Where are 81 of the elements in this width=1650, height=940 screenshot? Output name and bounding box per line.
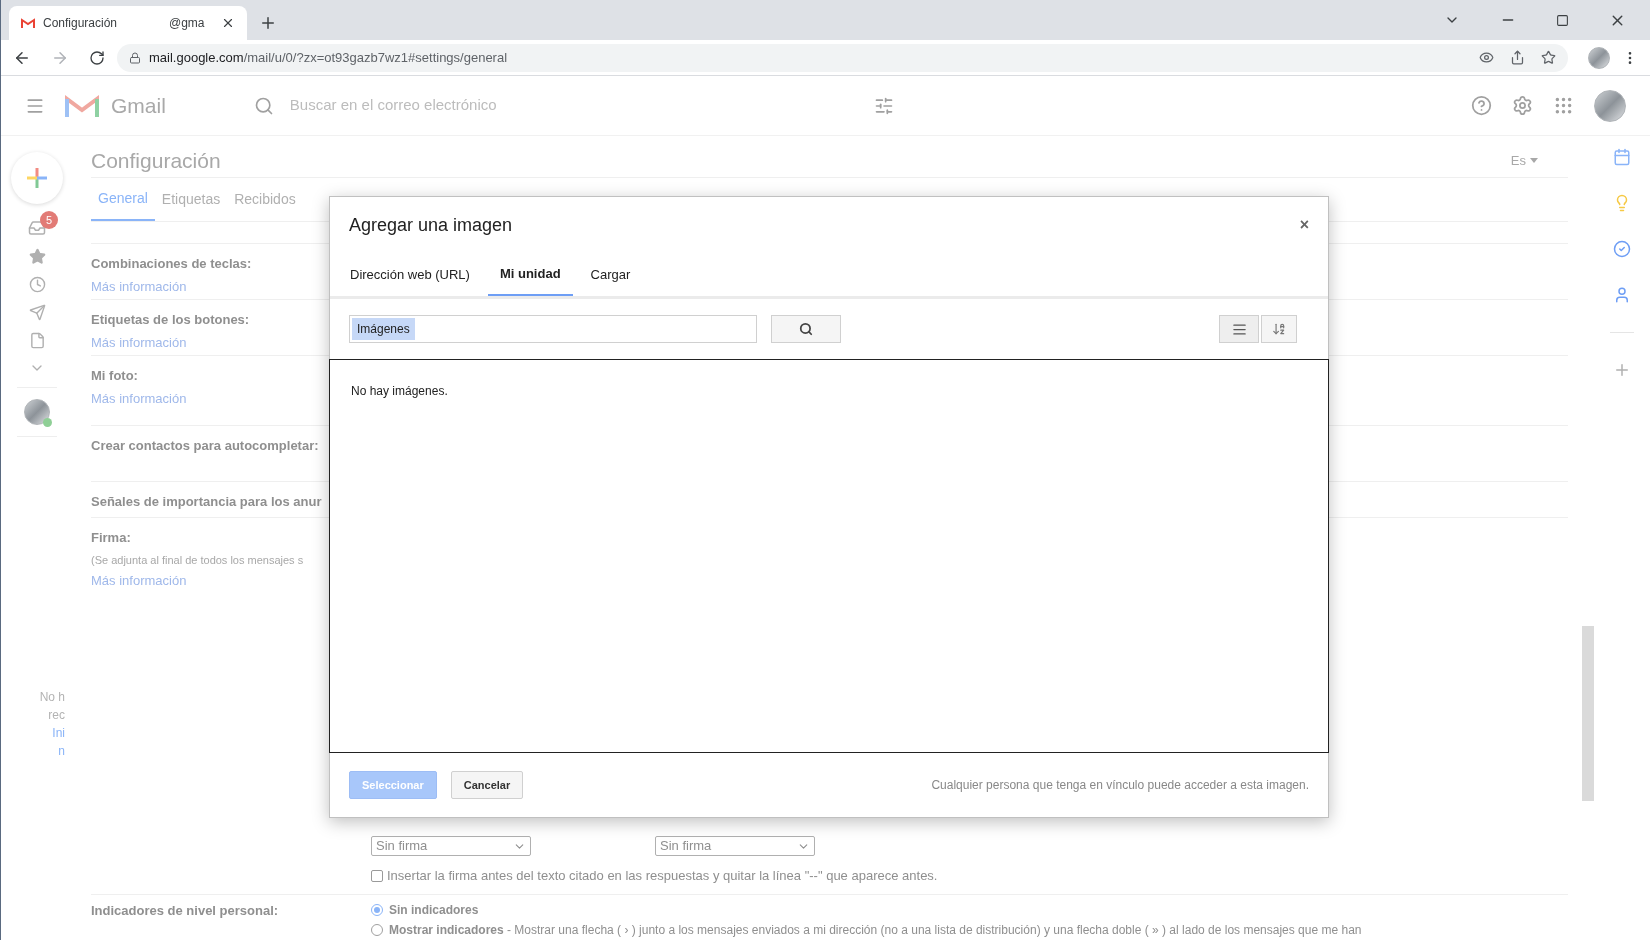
signature-select[interactable]: Sin firma	[655, 836, 815, 856]
account-avatar[interactable]	[1594, 89, 1626, 122]
chat-link[interactable]: Ini	[52, 724, 65, 742]
dialog-tab[interactable]: Mi unidad	[487, 253, 573, 296]
more-info-link[interactable]: Más información	[91, 332, 187, 352]
lock-icon	[129, 51, 141, 64]
search-icon	[253, 95, 274, 116]
more-info-link[interactable]: Más información	[91, 571, 187, 591]
settings-icon[interactable]	[1512, 95, 1533, 116]
checkbox[interactable]	[371, 869, 383, 882]
calendar-icon[interactable]	[1613, 148, 1631, 166]
extension-icon[interactable]	[1479, 50, 1494, 65]
setting-label: Etiquetas de los botones:	[91, 311, 250, 329]
starred-icon[interactable]	[28, 248, 46, 265]
gmail-logo-icon	[65, 92, 99, 119]
settings-tab[interactable]: Recibidos	[227, 178, 303, 221]
document-icon[interactable]	[28, 332, 46, 349]
gmail-wordmark: Gmail	[111, 92, 166, 119]
dialog-tab[interactable]: Dirección web (URL)	[338, 253, 482, 296]
language-selector[interactable]: Es	[1510, 150, 1538, 171]
contacts-icon[interactable]	[1613, 286, 1631, 304]
dialog-button[interactable]: Cancelar	[450, 771, 524, 799]
settings-tab[interactable]: General	[91, 178, 155, 221]
radio-label: Mostrar indicadores - Mostrar una flecha ( › ) junto a los mensajes enviados a mi dirección (no a una lista de distribución) y una flecha doble ( » ) al lado de los mensajes que me han	[389, 921, 1362, 939]
maximize-icon[interactable]	[1556, 13, 1569, 27]
setting-label: Señales de importancia para los anur	[91, 493, 322, 511]
search-button[interactable]	[771, 315, 841, 343]
more-info-link[interactable]: Más información	[91, 276, 187, 296]
more-info-link[interactable]: Más información	[91, 388, 187, 408]
compose-button[interactable]	[11, 152, 63, 204]
scrollbar-thumb[interactable]	[1582, 626, 1594, 801]
checkbox-label: Insertar la firma antes del texto citado en las respuestas y quitar la línea "--" que aparece antes.	[387, 867, 938, 885]
plus-icon	[25, 166, 49, 190]
list-view-button[interactable]	[1219, 315, 1259, 343]
sharing-note: Cualquier persona que tenga en vínculo puede acceder a esta imagen.	[931, 777, 1309, 794]
bookmark-star-icon[interactable]	[1541, 50, 1556, 65]
setting-label: Crear contactos para autocompletar:	[91, 437, 319, 455]
browser-tab[interactable]: Configuración @gma	[9, 6, 247, 40]
dialog-title: Agregar una imagen	[349, 213, 513, 237]
empty-chat-text: rec	[48, 707, 65, 724]
sent-icon[interactable]	[28, 304, 46, 321]
chat-link[interactable]: n	[58, 742, 65, 760]
dialog-tab[interactable]: Cargar	[578, 253, 643, 296]
share-icon[interactable]	[1510, 50, 1525, 65]
tasks-icon[interactable]	[1613, 240, 1631, 258]
gmail-logo-icon	[21, 17, 35, 29]
apps-icon[interactable]	[1553, 95, 1574, 116]
settings-tab[interactable]: Etiquetas	[154, 178, 228, 221]
tab-title: Configuración	[43, 15, 119, 32]
empty-chat-text: No h	[39, 689, 65, 706]
signature-select[interactable]: Sin firma	[371, 836, 531, 856]
setting-label: Indicadores de nivel personal:	[91, 901, 280, 920]
tab-account: @gma	[169, 15, 205, 32]
clock-icon[interactable]	[28, 276, 46, 293]
inbox-icon[interactable]	[28, 219, 46, 237]
close-button[interactable]: ×	[1299, 213, 1309, 237]
sort-button[interactable]	[1261, 315, 1297, 343]
help-icon[interactable]	[1471, 95, 1492, 116]
unread-badge: 5	[40, 211, 58, 229]
search-icon	[799, 322, 813, 336]
search-input[interactable]: Buscar en el correo electrónico	[289, 94, 858, 117]
add-icon[interactable]	[1613, 361, 1631, 379]
contact-avatar[interactable]	[24, 399, 50, 425]
url-text: mail.google.com/mail/u/0/?zx=ot93gazb7wz1#settings/general	[149, 48, 508, 67]
setting-note: (Se adjunta al final de todos los mensajes s	[91, 552, 304, 568]
sort-az-icon	[1272, 322, 1286, 336]
profile-avatar[interactable]	[1588, 46, 1610, 69]
settings-title: Configuración	[91, 147, 221, 174]
address-bar[interactable]: mail.google.com/mail/u/0/?zx=ot93gazb7wz1#settings/general	[117, 43, 1568, 72]
close-tab-icon[interactable]	[221, 16, 235, 30]
radio-label: Sin indicadores	[389, 901, 479, 919]
setting-label: Combinaciones de teclas:	[91, 255, 252, 273]
list-icon	[1231, 321, 1247, 337]
reload-icon[interactable]	[89, 49, 105, 66]
search-input[interactable]: Imágenes	[349, 315, 757, 343]
setting-label: Firma:	[91, 529, 131, 547]
search-options-icon[interactable]	[873, 95, 894, 116]
caret-icon	[1530, 158, 1538, 163]
setting-label: Mi foto:	[91, 367, 138, 385]
new-tab-icon[interactable]	[259, 14, 277, 32]
empty-message: No hay imágenes.	[351, 384, 448, 398]
